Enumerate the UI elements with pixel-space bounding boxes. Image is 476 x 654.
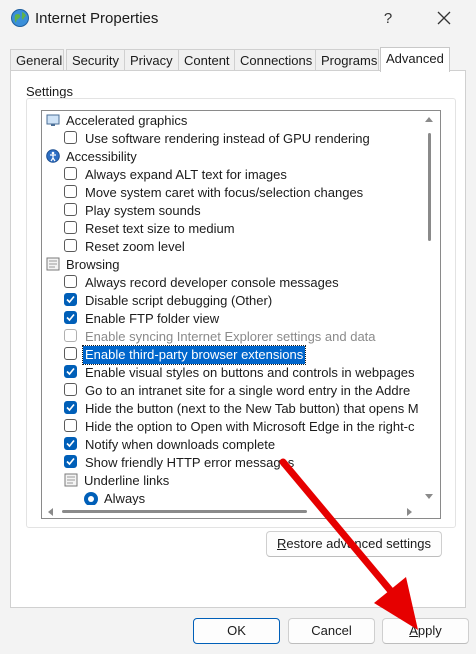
restore-advanced-settings-button[interactable]: Restore advanced settings xyxy=(266,531,442,557)
horizontal-scroll-thumb[interactable] xyxy=(62,510,307,513)
setting-checkbox-row[interactable]: Notify when downloads complete xyxy=(42,436,418,454)
document-icon xyxy=(64,473,78,487)
setting-checkbox-row[interactable]: Hide the option to Open with Microsoft E… xyxy=(42,418,418,436)
setting-label: Enable third-party browser extensions xyxy=(81,345,307,365)
setting-checkbox-row[interactable]: Reset text size to medium xyxy=(42,220,418,238)
checkbox-unchecked xyxy=(64,329,77,342)
monitor-icon xyxy=(46,113,60,127)
setting-label: Show friendly HTTP error messages xyxy=(85,455,295,470)
ok-button[interactable]: OK xyxy=(193,618,280,644)
setting-label: Use software rendering instead of GPU re… xyxy=(85,131,370,146)
settings-category: Accessibility xyxy=(42,148,418,166)
setting-label: Enable FTP folder view xyxy=(85,311,220,326)
checkbox-checked[interactable] xyxy=(64,401,77,414)
settings-tree[interactable]: Accelerated graphics Use software renderi… xyxy=(41,110,441,519)
settings-category: Browsing xyxy=(42,256,418,274)
checkbox-unchecked[interactable] xyxy=(64,203,77,216)
help-button[interactable]: ? xyxy=(374,6,402,32)
checkbox-unchecked[interactable] xyxy=(64,419,77,432)
setting-label: Reset zoom level xyxy=(85,239,185,254)
accessibility-icon xyxy=(46,149,60,163)
checkbox-checked[interactable] xyxy=(64,437,77,450)
settings-tree-rows: Accelerated graphics Use software renderi… xyxy=(42,111,418,505)
checkbox-unchecked[interactable] xyxy=(64,185,77,198)
settings-subcategory: Underline links xyxy=(42,472,418,490)
title-bar: Internet Properties ? xyxy=(0,0,476,40)
setting-label: Hide the option to Open with Microsoft E… xyxy=(85,419,415,434)
scroll-left-icon[interactable] xyxy=(48,508,53,516)
vertical-scrollbar[interactable] xyxy=(419,111,440,505)
tab-privacy[interactable]: Privacy xyxy=(124,49,180,71)
restore-label-accesskey: R xyxy=(277,536,287,551)
setting-label: Hide the button (next to the New Tab but… xyxy=(85,401,418,416)
setting-label: Move system caret with focus/selection c… xyxy=(85,185,364,200)
setting-checkbox-row[interactable]: Show friendly HTTP error messages xyxy=(42,454,418,472)
close-button[interactable] xyxy=(430,6,458,32)
tab-security[interactable]: Security xyxy=(66,49,130,71)
setting-checkbox-row[interactable]: Reset zoom level xyxy=(42,238,418,256)
setting-checkbox-row[interactable]: Enable visual styles on buttons and cont… xyxy=(42,364,418,382)
apply-label-rest: pply xyxy=(417,623,442,638)
restore-label-rest: estore advanced settings xyxy=(286,536,431,551)
window-title: Internet Properties xyxy=(35,10,159,27)
category-label: Accessibility xyxy=(66,149,137,164)
setting-checkbox-row[interactable]: Move system caret with focus/selection c… xyxy=(42,184,418,202)
setting-checkbox-row[interactable]: Enable FTP folder view xyxy=(42,310,418,328)
setting-label: Enable visual styles on buttons and cont… xyxy=(85,365,415,380)
checkbox-checked[interactable] xyxy=(64,293,77,306)
vertical-scroll-thumb[interactable] xyxy=(428,133,431,241)
radio-label: Always xyxy=(104,491,146,505)
setting-label: Play system sounds xyxy=(85,203,201,218)
setting-checkbox-row[interactable]: Always record developer console messages xyxy=(42,274,418,292)
tab-advanced[interactable]: Advanced xyxy=(380,47,450,72)
globe-icon xyxy=(10,8,30,28)
setting-label: Always record developer console messages xyxy=(85,275,339,290)
setting-checkbox-row[interactable]: Play system sounds xyxy=(42,202,418,220)
setting-checkbox-row[interactable]: Enable syncing Internet Explorer setting… xyxy=(42,328,418,346)
setting-checkbox-row[interactable]: Use software rendering instead of GPU re… xyxy=(42,130,418,148)
checkbox-checked[interactable] xyxy=(64,455,77,468)
setting-label: Reset text size to medium xyxy=(85,221,235,236)
tab-content[interactable]: Content xyxy=(178,49,236,71)
category-label: Accelerated graphics xyxy=(66,113,188,128)
setting-label: Enable syncing Internet Explorer setting… xyxy=(85,329,376,344)
settings-group-label: Settings xyxy=(26,84,73,99)
scroll-down-icon[interactable] xyxy=(425,494,433,499)
checkbox-unchecked[interactable] xyxy=(64,383,77,396)
setting-checkbox-row[interactable]: Hide the button (next to the New Tab but… xyxy=(42,400,418,418)
setting-checkbox-row[interactable]: Disable script debugging (Other) xyxy=(42,292,418,310)
setting-checkbox-row[interactable]: Always expand ALT text for images xyxy=(42,166,418,184)
apply-label-accesskey: A xyxy=(409,623,418,638)
scroll-right-icon[interactable] xyxy=(407,508,412,516)
tab-general[interactable]: General xyxy=(10,49,64,71)
settings-category: Accelerated graphics xyxy=(42,112,418,130)
category-label: Browsing xyxy=(66,257,120,272)
checkbox-checked[interactable] xyxy=(64,365,77,378)
internet-properties-dialog: Internet Properties ? General Security P… xyxy=(0,0,476,654)
setting-checkbox-row[interactable]: Go to an intranet site for a single word… xyxy=(42,382,418,400)
setting-radio-row[interactable]: Always xyxy=(42,490,418,505)
checkbox-unchecked[interactable] xyxy=(64,347,77,360)
checkbox-unchecked[interactable] xyxy=(64,131,77,144)
setting-label: Always expand ALT text for images xyxy=(85,167,287,182)
checkbox-unchecked[interactable] xyxy=(64,239,77,252)
radio-selected[interactable] xyxy=(84,492,98,505)
tab-programs[interactable]: Programs xyxy=(315,49,379,71)
scroll-up-icon[interactable] xyxy=(425,117,433,122)
setting-label: Go to an intranet site for a single word… xyxy=(85,383,411,398)
setting-checkbox-row[interactable]: Enable third-party browser extensions xyxy=(42,345,418,365)
checkbox-unchecked[interactable] xyxy=(64,221,77,234)
tab-connections[interactable]: Connections xyxy=(234,49,318,71)
document-icon xyxy=(46,257,60,271)
checkbox-unchecked[interactable] xyxy=(64,167,77,180)
apply-button[interactable]: Apply xyxy=(382,618,469,644)
checkbox-unchecked[interactable] xyxy=(64,275,77,288)
horizontal-scrollbar[interactable] xyxy=(42,505,440,518)
setting-label: Disable script debugging (Other) xyxy=(85,293,273,308)
category-label: Underline links xyxy=(84,473,170,488)
setting-label: Notify when downloads complete xyxy=(85,437,276,452)
close-icon xyxy=(437,11,451,25)
cancel-button[interactable]: Cancel xyxy=(288,618,375,644)
checkbox-checked[interactable] xyxy=(64,311,77,324)
